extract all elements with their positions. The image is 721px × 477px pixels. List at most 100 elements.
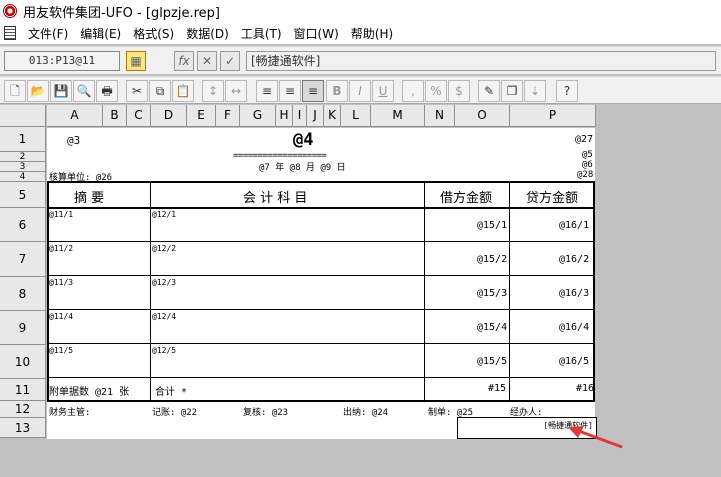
save-icon[interactable]: 💾	[50, 80, 72, 102]
column-header-h[interactable]: H	[276, 105, 293, 127]
column-header-o[interactable]: O	[455, 105, 510, 127]
debit-3[interactable]: @15/3	[477, 288, 507, 299]
cell-p4[interactable]: @28	[577, 170, 593, 180]
summary-4[interactable]: @11/4	[49, 312, 73, 321]
print-preview-icon[interactable]: 🔍	[73, 80, 95, 102]
underline-icon[interactable]: U	[372, 80, 394, 102]
menu-help[interactable]: 帮助(H)	[345, 25, 399, 42]
row-header-5[interactable]: 5	[0, 182, 46, 208]
column-header-f[interactable]: F	[216, 105, 240, 127]
column-header-c[interactable]: C	[127, 105, 151, 127]
row-header-12[interactable]: 12	[0, 401, 46, 418]
total-debit[interactable]: #15	[488, 383, 506, 394]
cancel-button[interactable]: ✕	[197, 51, 217, 71]
column-header-b[interactable]: B	[103, 105, 127, 127]
debit-4[interactable]: @15/4	[477, 322, 507, 333]
total-label[interactable]: 合计 *	[155, 383, 187, 398]
row-header-3[interactable]: 3	[0, 162, 46, 172]
header-account[interactable]: 会 计 科 目	[243, 187, 307, 206]
column-header-n[interactable]: N	[425, 105, 455, 127]
row-header-7[interactable]: 7	[0, 242, 46, 277]
column-header-d[interactable]: D	[151, 105, 187, 127]
account-5[interactable]: @12/5	[152, 346, 176, 355]
cashier[interactable]: 出纳: @24	[343, 405, 388, 418]
cut-icon[interactable]: ✂	[126, 80, 148, 102]
print-icon[interactable]: 🖶	[96, 80, 118, 102]
column-header-a[interactable]: A	[47, 105, 103, 127]
finance-supervisor[interactable]: 财务主管:	[49, 405, 90, 418]
account-3[interactable]: @12/3	[152, 278, 176, 287]
account-1[interactable]: @12/1	[152, 210, 176, 219]
credit-1[interactable]: @16/1	[559, 220, 589, 231]
row-height-icon[interactable]: ↕	[202, 80, 224, 102]
summary-3[interactable]: @11/3	[49, 278, 73, 287]
debit-5[interactable]: @15/5	[477, 356, 507, 367]
confirm-button[interactable]: ✓	[220, 51, 240, 71]
column-header-e[interactable]: E	[187, 105, 216, 127]
cell-p3[interactable]: @6	[582, 160, 593, 170]
document-icon[interactable]	[4, 26, 16, 40]
percent-style-icon[interactable]: %	[425, 80, 447, 102]
reviewer[interactable]: 复核: @23	[243, 405, 288, 418]
attachment-count[interactable]: 附单据数 @21 张	[49, 383, 129, 398]
formula-keyboard-icon[interactable]: ▦	[126, 51, 146, 71]
header-summary[interactable]: 摘 要	[74, 187, 104, 206]
menu-format[interactable]: 格式(S)	[127, 25, 180, 42]
menu-edit[interactable]: 编辑(E)	[74, 25, 127, 42]
help-pointer-icon[interactable]: ?	[556, 80, 578, 102]
row-header-4[interactable]: 4	[0, 172, 46, 182]
header-credit[interactable]: 贷方金额	[526, 187, 578, 206]
function-button[interactable]: fx	[174, 51, 194, 71]
bold-icon[interactable]: B	[326, 80, 348, 102]
format-painter-icon[interactable]: ✎	[478, 80, 500, 102]
column-header-k[interactable]: K	[324, 105, 341, 127]
align-right-icon[interactable]: ≡	[302, 80, 324, 102]
column-header-g[interactable]: G	[240, 105, 276, 127]
cell-a1[interactable]: @3	[67, 134, 80, 147]
credit-3[interactable]: @16/3	[559, 288, 589, 299]
paste-icon[interactable]: 📋	[172, 80, 194, 102]
header-debit[interactable]: 借方金额	[440, 187, 492, 206]
summary-1[interactable]: @11/1	[49, 210, 73, 219]
comma-style-icon[interactable]: ,	[402, 80, 424, 102]
credit-2[interactable]: @16/2	[559, 254, 589, 265]
column-header-i[interactable]: I	[293, 105, 307, 127]
row-header-2[interactable]: 2	[0, 152, 46, 162]
summary-2[interactable]: @11/2	[49, 244, 73, 253]
currency-style-icon[interactable]: $	[448, 80, 470, 102]
cell-p1[interactable]: @27	[575, 134, 593, 145]
cell-date[interactable]: @7 年 @8 月 @9 日	[259, 160, 346, 173]
column-header-j[interactable]: J	[307, 105, 324, 127]
align-left-icon[interactable]: ≡	[256, 80, 278, 102]
row-header-10[interactable]: 10	[0, 345, 46, 379]
copy-icon[interactable]: ⧉	[149, 80, 171, 102]
row-header-9[interactable]: 9	[0, 311, 46, 345]
summary-5[interactable]: @11/5	[49, 346, 73, 355]
cell-reference-box[interactable]: 013:P13@11	[4, 51, 120, 71]
account-2[interactable]: @12/2	[152, 244, 176, 253]
italic-icon[interactable]: I	[349, 80, 371, 102]
bookkeeper[interactable]: 记账: @22	[152, 405, 197, 418]
sort-icon[interactable]: ⇣	[524, 80, 546, 102]
open-folder-icon[interactable]: 📂	[27, 80, 49, 102]
cell-title[interactable]: @4	[293, 130, 313, 150]
new-file-icon[interactable]: 🗋	[4, 80, 26, 102]
align-center-icon[interactable]: ≡	[279, 80, 301, 102]
credit-5[interactable]: @16/5	[559, 356, 589, 367]
row-header-1[interactable]: 1	[0, 127, 46, 152]
credit-4[interactable]: @16/4	[559, 322, 589, 333]
debit-1[interactable]: @15/1	[477, 220, 507, 231]
menu-file[interactable]: 文件(F)	[22, 25, 74, 42]
column-width-icon[interactable]: ↔	[225, 80, 247, 102]
account-4[interactable]: @12/4	[152, 312, 176, 321]
menu-data[interactable]: 数据(D)	[180, 25, 235, 42]
row-header-8[interactable]: 8	[0, 277, 46, 311]
select-all-corner[interactable]	[0, 105, 46, 127]
row-header-13[interactable]: 13	[0, 418, 46, 438]
total-credit[interactable]: #16	[576, 383, 594, 394]
row-header-11[interactable]: 11	[0, 379, 46, 401]
column-header-m[interactable]: M	[371, 105, 425, 127]
row-header-6[interactable]: 6	[0, 208, 46, 242]
formula-input[interactable]: [畅捷通软件]	[246, 51, 716, 71]
debit-2[interactable]: @15/2	[477, 254, 507, 265]
